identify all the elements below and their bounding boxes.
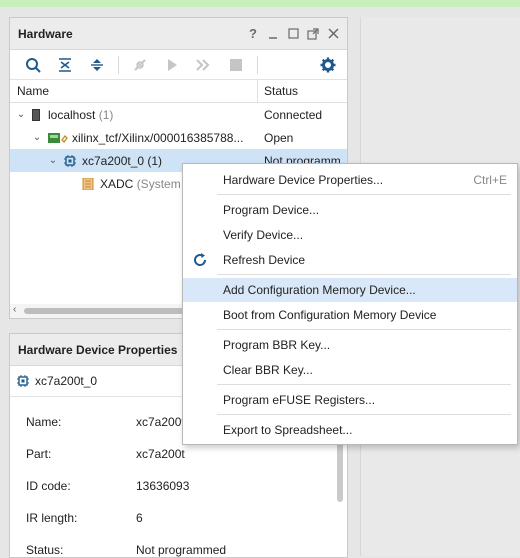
menu-item-label: Boot from Configuration Memory Device (223, 308, 437, 322)
toolbar-separator (118, 55, 119, 74)
menu-separator (217, 384, 511, 385)
property-row: Status: Not programmed (26, 543, 226, 557)
target-board-icon (48, 132, 68, 144)
menu-item-label: Program Device... (223, 203, 320, 217)
properties-panel-title: Hardware Device Properties (18, 342, 178, 357)
scroll-thumb[interactable] (24, 308, 194, 314)
gear-icon[interactable] (313, 52, 343, 78)
expand-all-icon[interactable] (82, 52, 112, 78)
column-header-name[interactable]: Name (10, 80, 258, 102)
property-row: IR length: 6 (26, 511, 143, 525)
property-key: IR length: (26, 511, 78, 525)
collapse-all-icon[interactable] (50, 52, 80, 78)
menu-item-label: Program BBR Key... (223, 338, 331, 352)
chevron-down-icon[interactable]: ⌄ (32, 132, 42, 143)
hardware-table-header: Name Status (10, 80, 347, 103)
chevron-down-icon[interactable]: ⌄ (48, 155, 58, 166)
tree-row-target[interactable]: ⌄ xilinx_tcf/Xilinx/000016385788... Open (10, 126, 347, 149)
run-trigger-icon[interactable] (157, 52, 187, 78)
refresh-icon (192, 252, 208, 268)
property-row: ID code: 13636093 (26, 479, 189, 493)
menu-item-verify-device[interactable]: Verify Device... (183, 223, 517, 247)
run-trigger-immediate-icon[interactable] (189, 52, 219, 78)
search-icon[interactable] (18, 52, 48, 78)
float-icon[interactable] (307, 27, 319, 41)
menu-item-program-efuse[interactable]: Program eFUSE Registers... (183, 388, 517, 412)
menu-item-shortcut: Ctrl+E (473, 173, 507, 187)
menu-item-program-device[interactable]: Program Device... (183, 198, 517, 222)
property-key: Status: (26, 543, 64, 557)
property-row: Part: xc7a200t (26, 447, 185, 461)
property-key: ID code: (26, 479, 71, 493)
tree-label: XADC (100, 176, 134, 191)
tree-label: xc7a200t_0 (1) (82, 153, 163, 168)
toolbar-separator (257, 55, 258, 74)
menu-item-boot-config-memory[interactable]: Boot from Configuration Memory Device (183, 303, 517, 327)
property-row: Name: xc7a200t (26, 415, 185, 429)
property-value: xc7a200t (136, 415, 185, 429)
close-icon[interactable] (327, 27, 339, 41)
hardware-panel-title: Hardware (18, 26, 73, 41)
menu-item-label: Refresh Device (223, 253, 306, 267)
chip-icon (64, 154, 76, 167)
menu-separator (217, 329, 511, 330)
menu-separator (217, 274, 511, 275)
tree-status: Connected (264, 107, 323, 122)
chip-icon (17, 375, 29, 387)
tree-row-localhost[interactable]: ⌄ localhost (1) Connected (10, 103, 347, 126)
tree-status: Open (264, 130, 294, 145)
tree-label: xilinx_tcf/Xilinx/000016385788... (72, 130, 244, 145)
context-menu: Hardware Device Properties... Ctrl+E Prog… (182, 163, 518, 445)
menu-separator (217, 414, 511, 415)
restore-icon[interactable] (287, 27, 299, 41)
property-key: Part: (26, 447, 52, 461)
menu-item-refresh-device[interactable]: Refresh Device (183, 248, 517, 272)
menu-separator (217, 194, 511, 195)
menu-item-add-config-memory[interactable]: Add Configuration Memory Device... (183, 278, 517, 302)
property-key: Name: (26, 415, 62, 429)
chevron-down-icon[interactable]: ⌄ (16, 109, 26, 120)
tree-count: (1) (98, 107, 114, 122)
stop-trigger-icon[interactable] (221, 52, 251, 78)
property-value: 13636093 (136, 479, 190, 493)
properties-device-name: xc7a200t_0 (35, 374, 98, 388)
menu-item-label: Add Configuration Memory Device... (223, 283, 416, 297)
hardware-toolbar (10, 50, 347, 80)
hardware-panel-header: Hardware ? (10, 18, 347, 50)
auto-connect-icon[interactable] (125, 52, 155, 78)
scroll-left-icon[interactable]: ‹ (13, 304, 16, 315)
menu-item-label: Clear BBR Key... (223, 363, 313, 377)
menu-item-device-properties[interactable]: Hardware Device Properties... Ctrl+E (183, 168, 517, 192)
property-value: 6 (136, 511, 143, 525)
menu-item-clear-bbr-key[interactable]: Clear BBR Key... (183, 358, 517, 382)
tree-suffix: (System (136, 176, 181, 191)
menu-item-label: Program eFUSE Registers... (223, 393, 376, 407)
property-value: xc7a200t (136, 447, 185, 461)
property-value: Not programmed (136, 543, 227, 557)
top-accent-bar (0, 0, 520, 7)
menu-item-export-spreadsheet[interactable]: Export to Spreadsheet... (183, 418, 517, 442)
xadc-icon (82, 177, 94, 190)
tree-label: localhost (48, 107, 96, 122)
column-header-status[interactable]: Status (258, 84, 298, 98)
help-icon[interactable]: ? (247, 26, 259, 41)
menu-item-program-bbr-key[interactable]: Program BBR Key... (183, 333, 517, 357)
menu-item-label: Export to Spreadsheet... (223, 423, 353, 437)
minimize-icon[interactable] (267, 27, 279, 41)
server-icon (32, 108, 40, 121)
menu-item-label: Hardware Device Properties... (223, 173, 384, 187)
menu-item-label: Verify Device... (223, 228, 304, 242)
